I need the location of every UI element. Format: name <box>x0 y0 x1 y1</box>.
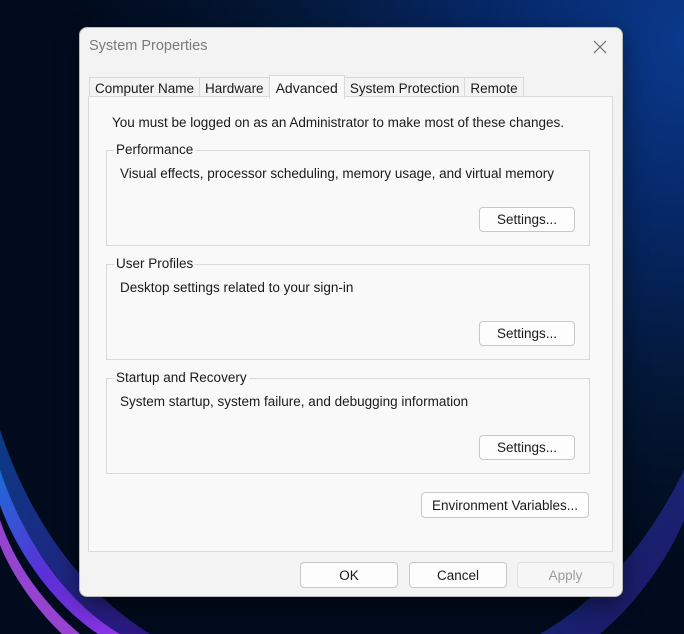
desktop-wallpaper: System Properties Computer Name Hardware… <box>0 0 684 634</box>
group-legend: Performance <box>114 142 196 157</box>
admin-note: You must be logged on as an Administrato… <box>112 115 565 130</box>
close-button[interactable] <box>586 34 614 60</box>
group-legend: User Profiles <box>114 256 196 271</box>
apply-button[interactable]: Apply <box>517 562 614 588</box>
group-legend: Startup and Recovery <box>114 370 249 385</box>
group-description: System startup, system failure, and debu… <box>120 394 469 409</box>
startup-recovery-group: Startup and Recovery System startup, sys… <box>106 370 590 474</box>
environment-variables-button[interactable]: Environment Variables... <box>421 492 589 518</box>
user-profiles-settings-button[interactable]: Settings... <box>479 321 575 346</box>
close-icon <box>593 40 607 54</box>
tab-hardware[interactable]: Hardware <box>199 77 270 98</box>
cancel-button[interactable]: Cancel <box>409 562 507 588</box>
advanced-tab-panel: You must be logged on as an Administrato… <box>88 96 613 552</box>
user-profiles-group: User Profiles Desktop settings related t… <box>106 256 590 360</box>
ok-button[interactable]: OK <box>300 562 398 588</box>
performance-settings-button[interactable]: Settings... <box>479 207 575 232</box>
window-title: System Properties <box>89 38 208 54</box>
system-properties-window: System Properties Computer Name Hardware… <box>79 27 623 597</box>
startup-recovery-settings-button[interactable]: Settings... <box>479 435 575 460</box>
tab-remote[interactable]: Remote <box>464 77 524 98</box>
performance-group: Performance Visual effects, processor sc… <box>106 142 590 246</box>
tab-advanced[interactable]: Advanced <box>268 75 345 99</box>
tab-system-protection[interactable]: System Protection <box>343 77 466 98</box>
group-description: Desktop settings related to your sign-in <box>120 280 354 295</box>
tab-strip: Computer Name Hardware Advanced System P… <box>89 74 524 99</box>
tab-computer-name[interactable]: Computer Name <box>89 77 201 98</box>
title-bar[interactable]: System Properties <box>80 28 622 66</box>
group-description: Visual effects, processor scheduling, me… <box>120 166 554 181</box>
